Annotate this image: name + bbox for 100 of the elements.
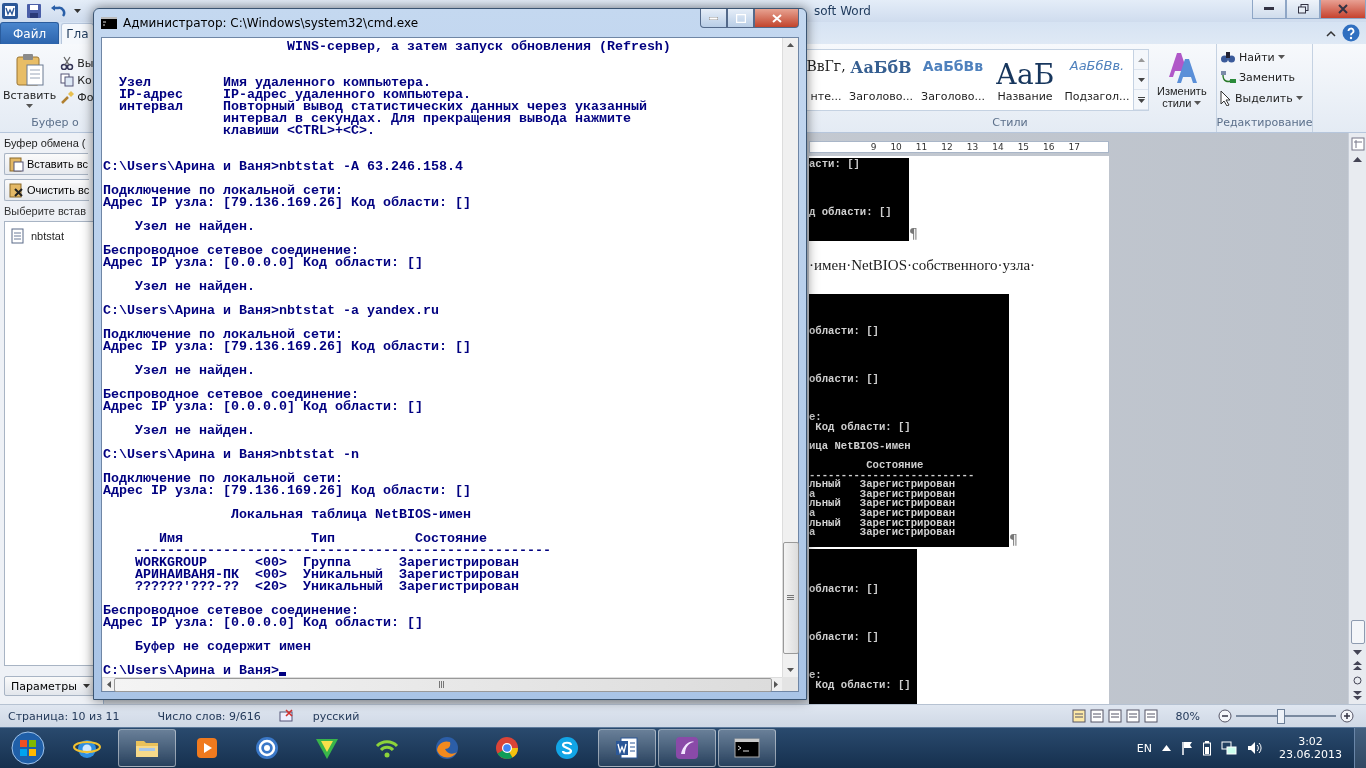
screenshot-text: асти: [] xyxy=(809,160,861,170)
console-line: Узел не найден. xyxy=(134,365,255,377)
console-line: Беспроводное сетевое соединение: xyxy=(103,605,359,617)
style-item[interactable]: ВвГг, нте... xyxy=(807,50,845,110)
screenshot-text: области: [] xyxy=(809,584,880,595)
battery-icon[interactable] xyxy=(1203,740,1211,756)
language-indicator[interactable]: EN xyxy=(1136,741,1152,755)
screenshot-text: области: [] xyxy=(809,632,880,643)
arrow-left-icon[interactable] xyxy=(107,681,111,688)
clock[interactable]: 3:02 23.06.2013 xyxy=(1273,735,1348,761)
ruler-number: 13 xyxy=(966,142,979,152)
collapse-ribbon-icon xyxy=(1326,29,1336,37)
style-item[interactable]: АаБбВв. Подзагол... xyxy=(1061,50,1133,110)
console-line: Имя Тип Состояние xyxy=(158,533,487,545)
ruler-number: 10 xyxy=(890,142,902,152)
taskbar-button[interactable] xyxy=(118,729,176,767)
taskbar-button[interactable] xyxy=(598,729,656,767)
minimize-button[interactable] xyxy=(1252,0,1286,19)
console-line: Адрес IP узла: [0.0.0.0] Код области: [] xyxy=(103,257,423,269)
pane-button[interactable]: Вставить вс xyxy=(4,153,88,175)
grip-icon xyxy=(439,681,446,688)
view-icon[interactable] xyxy=(1089,709,1104,723)
console-line: Подключение по локальной сети: xyxy=(103,329,343,341)
paste-button[interactable]: Вставить xyxy=(3,52,57,108)
word-count: Число слов: 9/616 xyxy=(157,709,261,723)
screenshot-text: Код области: [] xyxy=(814,680,912,691)
zoom-in-icon[interactable] xyxy=(1340,709,1354,723)
screenshot-text: е: xyxy=(809,413,822,423)
clipboard-item[interactable]: nbtstat xyxy=(11,228,96,244)
globe-icon xyxy=(433,734,461,762)
page-count: Страница: 10 из 11 xyxy=(8,709,120,723)
maximize-button[interactable] xyxy=(727,9,754,28)
restore-icon xyxy=(1297,4,1309,14)
close-button[interactable] xyxy=(754,9,799,28)
arrow-up-icon xyxy=(1137,57,1145,62)
file-tab[interactable]: Файл xyxy=(0,22,60,44)
slider-thumb[interactable] xyxy=(1277,708,1285,724)
zoom-out-icon[interactable] xyxy=(1218,709,1232,723)
show-desktop-button[interactable] xyxy=(1354,728,1366,768)
network-icon[interactable] xyxy=(1221,741,1237,755)
windows-logo-icon xyxy=(11,731,45,765)
taskbar-button[interactable] xyxy=(718,729,776,767)
pane-button[interactable]: Очистить вс xyxy=(4,179,90,201)
ruler-number: 11 xyxy=(915,142,928,152)
console-line: Узел Имя удаленного компьютера. xyxy=(118,77,431,89)
document-icon xyxy=(613,734,641,762)
circle-logo-icon xyxy=(493,734,521,762)
console-line: C:\Users\Арина и Ваня> xyxy=(103,665,279,677)
binoculars-icon xyxy=(1220,50,1236,64)
chat-bubble-icon xyxy=(553,734,581,762)
view-icon[interactable] xyxy=(1125,709,1140,723)
style-item[interactable]: АаБ Название xyxy=(989,50,1061,110)
caret-icon xyxy=(1194,101,1202,105)
console-line: WINS-сервер, а затем запуск обновления (Refresh) xyxy=(285,41,671,53)
screenshot-text: а Зарегистрирован xyxy=(809,509,957,519)
change-styles-button[interactable]: Изменить стили xyxy=(1153,51,1211,109)
arrow-right-icon[interactable] xyxy=(774,681,778,688)
console-line: интервал в секундах. Для прекращения вывода нажмите xyxy=(221,113,631,125)
console-line: Буфер не содержит имен xyxy=(134,641,311,653)
pane-hint: Выберите встав xyxy=(4,205,86,217)
ruler-number: 17 xyxy=(1068,142,1080,152)
style-item[interactable]: АаБбВв Заголово... xyxy=(917,50,989,110)
console-line: Беспроводное сетевое соединение: xyxy=(103,389,359,401)
window-title: Администратор: C:\Windows\system32\cmd.exe xyxy=(123,16,419,30)
console-line: Адрес IP узла: [0.0.0.0] Код области: [] xyxy=(103,401,423,413)
scroll-down-button[interactable] xyxy=(1134,70,1148,90)
ruler-number: 9 xyxy=(870,142,877,152)
arrow-down-icon xyxy=(1353,650,1362,655)
ribbon-button[interactable]: Ко xyxy=(60,73,94,87)
console-line: АРИНАИВАНЯ-ПК <00> Уникальный Зарегистрирован xyxy=(134,569,519,581)
close-button[interactable] xyxy=(1320,0,1366,19)
ribbon-button[interactable]: Фо xyxy=(60,90,94,104)
next-page-icon xyxy=(1353,691,1362,700)
ribbon-button[interactable]: Найти xyxy=(1220,50,1285,64)
ribbon-button[interactable]: Выделить xyxy=(1220,90,1303,106)
screenshot-text: льный Зарегистрирован xyxy=(809,518,957,529)
arrow-down-icon[interactable] xyxy=(787,668,794,672)
view-icon[interactable] xyxy=(1107,709,1122,723)
expand-tray-icon[interactable] xyxy=(1162,745,1171,751)
arrow-up-icon xyxy=(1353,157,1362,162)
minimize-icon xyxy=(1264,7,1274,11)
ribbon-button[interactable]: Вы xyxy=(60,56,94,70)
clipboard-icon xyxy=(14,52,45,87)
console-line: C:\Users\Арина и Ваня>nbtstat -a yandex.ru xyxy=(103,305,439,317)
caret-icon xyxy=(1295,96,1303,100)
ribbon-tab[interactable]: Гла xyxy=(61,23,94,44)
restore-button[interactable] xyxy=(1286,0,1320,19)
minimize-button[interactable] xyxy=(700,9,727,28)
paragraph-mark: ¶ xyxy=(909,225,918,241)
console-line: IP-адрес IP-адрес удаленного компьютера. xyxy=(118,89,471,101)
arrow-up-icon[interactable] xyxy=(787,43,794,47)
view-icon[interactable] xyxy=(1143,709,1158,723)
caret-icon xyxy=(74,9,81,13)
volume-icon[interactable] xyxy=(1247,741,1263,755)
console-line: C:\Users\Арина и Ваня>nbtstat -A 63.246.158.4 xyxy=(103,161,463,173)
group-label: Редактирование xyxy=(1216,116,1313,131)
ribbon-button[interactable]: Заменить xyxy=(1220,70,1296,84)
style-item[interactable]: АаБбВ Заголово... xyxy=(845,50,917,110)
more-button[interactable] xyxy=(1134,90,1148,110)
flag-icon[interactable] xyxy=(1181,741,1193,755)
